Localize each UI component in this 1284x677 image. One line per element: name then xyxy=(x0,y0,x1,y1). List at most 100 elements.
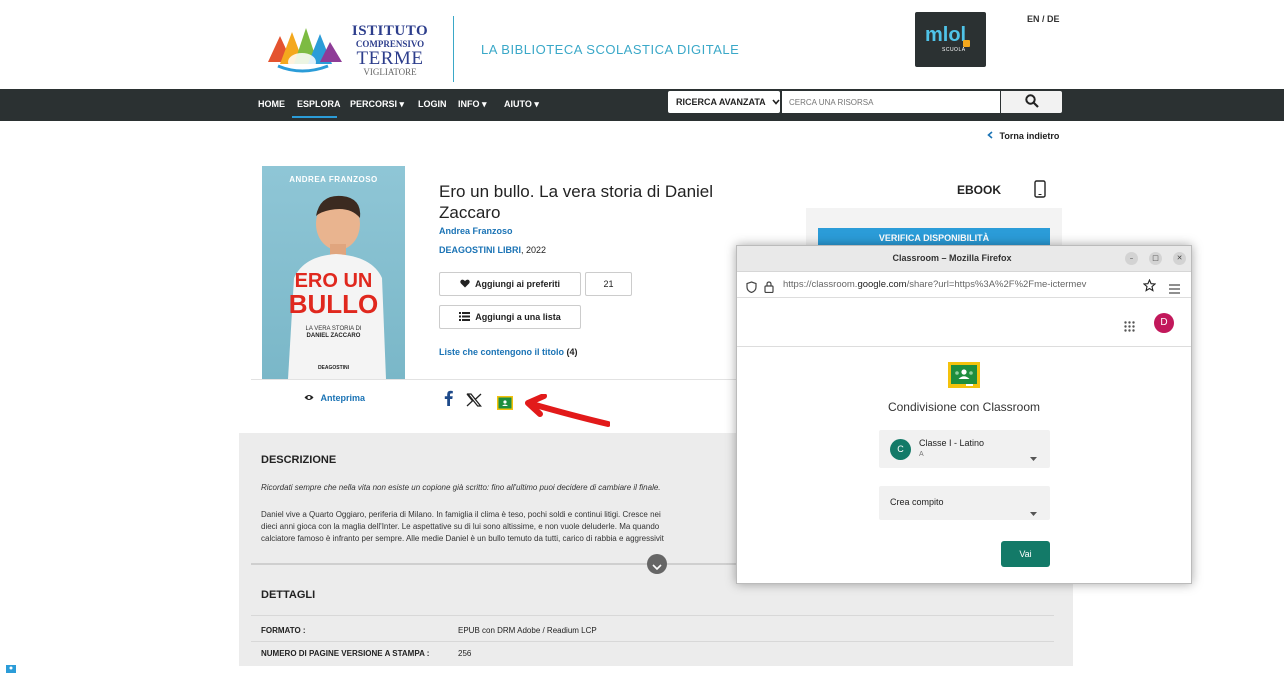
avatar[interactable]: D xyxy=(1154,313,1174,333)
lists-link-label: Liste che contengono il titolo xyxy=(439,347,564,357)
cover-subtitle-2: DANIEL ZACCARO xyxy=(306,333,361,339)
class-select[interactable]: C Classe I - Latino A xyxy=(879,430,1050,468)
lists-containing-title-link[interactable]: Liste che contengono il titolo (4) xyxy=(439,347,578,357)
publication-year: , 2022 xyxy=(521,245,547,255)
mlol-logo-mark xyxy=(963,40,970,47)
detail-label-format: FORMATO : xyxy=(261,626,306,635)
class-avatar: C xyxy=(890,439,911,460)
google-classroom-logo-icon xyxy=(948,362,980,392)
action-label: Crea compito xyxy=(890,497,944,507)
url-text[interactable]: https://classroom.google.com/share?url=h… xyxy=(783,279,1143,290)
add-favorites-label: Aggiungi ai preferiti xyxy=(474,279,560,289)
facebook-icon[interactable] xyxy=(444,390,453,410)
apps-grid-icon[interactable] xyxy=(1124,317,1135,336)
heart-icon xyxy=(460,279,470,290)
address-bar[interactable]: https://classroom.google.com/share?url=h… xyxy=(737,272,1191,298)
nav-login[interactable]: LOGIN xyxy=(418,99,447,109)
school-name-line3: TERME xyxy=(356,48,424,69)
go-button[interactable]: Vai xyxy=(1001,541,1050,567)
detail-label-pages: NUMERO DI PAGINE VERSIONE A STAMPA : xyxy=(261,649,430,658)
description-line-2: dieci anni gioca con la maglia dell'Inte… xyxy=(261,522,660,531)
classroom-topbar: D xyxy=(737,298,1191,347)
school-name: ISTITUTO COMPRENSIVO TERME VIGLIATORE xyxy=(350,24,430,77)
format-label: EBOOK xyxy=(957,183,1002,197)
bookmark-star-icon[interactable] xyxy=(1142,277,1157,296)
detail-value-pages: 256 xyxy=(458,649,472,658)
chevron-left-icon xyxy=(987,131,996,141)
preview-label: Anteprima xyxy=(320,393,366,403)
nav-info[interactable]: INFO ▾ xyxy=(458,99,487,110)
description-quote: Ricordati sempre che nella vita non esis… xyxy=(261,483,661,492)
add-to-list-label: Aggiungi a una lista xyxy=(475,312,561,322)
close-icon[interactable]: ✕ xyxy=(1173,252,1186,265)
url-rest: /share?url=https%3A%2F%2Fme-ictermev xyxy=(906,279,1087,290)
nav-esplora[interactable]: ESPLORA xyxy=(297,99,341,109)
mlol-logo[interactable]: mlol SCUOLA xyxy=(915,12,986,67)
search-input[interactable] xyxy=(782,91,1000,113)
advanced-search-dropdown[interactable]: RICERCA AVANZATA xyxy=(668,91,780,113)
share-title: Condivisione con Classroom xyxy=(887,400,1041,414)
cover-author: ANDREA FRANZOSO xyxy=(289,175,378,184)
window-titlebar[interactable]: Classroom – Mozilla Firefox – □ ✕ xyxy=(737,246,1191,272)
details-divider xyxy=(251,641,1054,642)
book-cover[interactable]: ANDREA FRANZOSO ERO UN BULLO LA VERA STO… xyxy=(262,166,405,379)
search-button[interactable] xyxy=(1001,91,1062,113)
shield-icon xyxy=(746,278,757,297)
detail-value-format: EPUB con DRM Adobe / Readium LCP xyxy=(458,626,597,635)
mlol-logo-sub: SCUOLA xyxy=(942,47,966,53)
action-select[interactable]: Crea compito xyxy=(879,486,1050,520)
url-domain: google.com xyxy=(857,279,907,290)
add-favorites-button[interactable]: Aggiungi ai preferiti xyxy=(439,272,581,296)
advanced-search-label: RICERCA AVANZATA xyxy=(676,97,766,107)
nav-active-indicator xyxy=(292,116,337,118)
smartphone-icon xyxy=(1034,180,1046,202)
favorites-count: 21 xyxy=(585,272,632,296)
preview-link[interactable]: Anteprima xyxy=(304,393,365,403)
accessibility-icon[interactable] xyxy=(6,658,16,673)
details-divider xyxy=(251,615,1054,616)
lists-count: (4) xyxy=(566,347,578,357)
red-arrow-annotation xyxy=(524,393,611,434)
back-link-label: Torna indietro xyxy=(999,131,1060,141)
nav-home[interactable]: HOME xyxy=(258,99,285,109)
nav-percorsi[interactable]: PERCORSI ▾ xyxy=(350,99,404,110)
expand-description-button[interactable] xyxy=(647,554,667,574)
school-name-line4: VIGLIATORE xyxy=(363,67,417,77)
cover-title-2: BULLO xyxy=(288,289,379,319)
divider xyxy=(251,379,811,380)
dropdown-arrow-icon xyxy=(1030,501,1037,520)
chevron-down-icon xyxy=(772,97,780,107)
description-body: Daniel vive a Quarto Oggiaro, periferia … xyxy=(261,509,736,544)
site-tagline: LA BIBLIOTECA SCOLASTICA DIGITALE xyxy=(481,42,740,57)
book-author[interactable]: Andrea Franzoso xyxy=(439,226,513,236)
description-line-3: calciatore famoso è infranto per sempre.… xyxy=(261,534,664,543)
book-title: Ero un bullo. La vera storia di Daniel Z… xyxy=(439,182,714,222)
minimize-icon[interactable]: – xyxy=(1125,252,1138,265)
nav-aiuto[interactable]: AIUTO ▾ xyxy=(504,99,539,110)
eye-icon xyxy=(304,393,317,403)
book-publisher: DEAGOSTINI LIBRI, 2022 xyxy=(439,245,546,255)
x-twitter-icon[interactable] xyxy=(466,392,482,411)
add-to-list-button[interactable]: Aggiungi a una lista xyxy=(439,305,581,329)
verify-availability-button[interactable]: VERIFICA DISPONIBILITÀ xyxy=(818,228,1050,246)
description-line-1: Daniel vive a Quarto Oggiaro, periferia … xyxy=(261,510,661,519)
class-name: Classe I - Latino xyxy=(919,438,985,448)
mlol-logo-text: mlol xyxy=(925,24,967,46)
language-switcher[interactable]: EN / DE xyxy=(1027,14,1060,24)
google-classroom-icon[interactable] xyxy=(497,395,513,414)
class-section: A xyxy=(919,451,924,458)
header-divider xyxy=(453,16,454,82)
lock-icon xyxy=(764,278,774,297)
cover-subtitle-1: LA VERA STORIA DI xyxy=(305,326,362,332)
list-icon xyxy=(459,311,471,323)
menu-icon[interactable] xyxy=(1169,279,1180,298)
details-heading: DETTAGLI xyxy=(261,589,316,601)
search-icon xyxy=(1024,93,1039,112)
main-navbar: HOME ESPLORA PERCORSI ▾ LOGIN INFO ▾ AIU… xyxy=(0,89,1284,121)
publisher-link[interactable]: DEAGOSTINI LIBRI xyxy=(439,245,521,255)
maximize-icon[interactable]: □ xyxy=(1149,252,1162,265)
classroom-share-window: Classroom – Mozilla Firefox – □ ✕ https:… xyxy=(736,245,1192,584)
school-name-line1: ISTITUTO xyxy=(351,23,429,39)
back-link[interactable]: Torna indietro xyxy=(987,131,1059,141)
dropdown-arrow-icon xyxy=(1030,446,1037,465)
